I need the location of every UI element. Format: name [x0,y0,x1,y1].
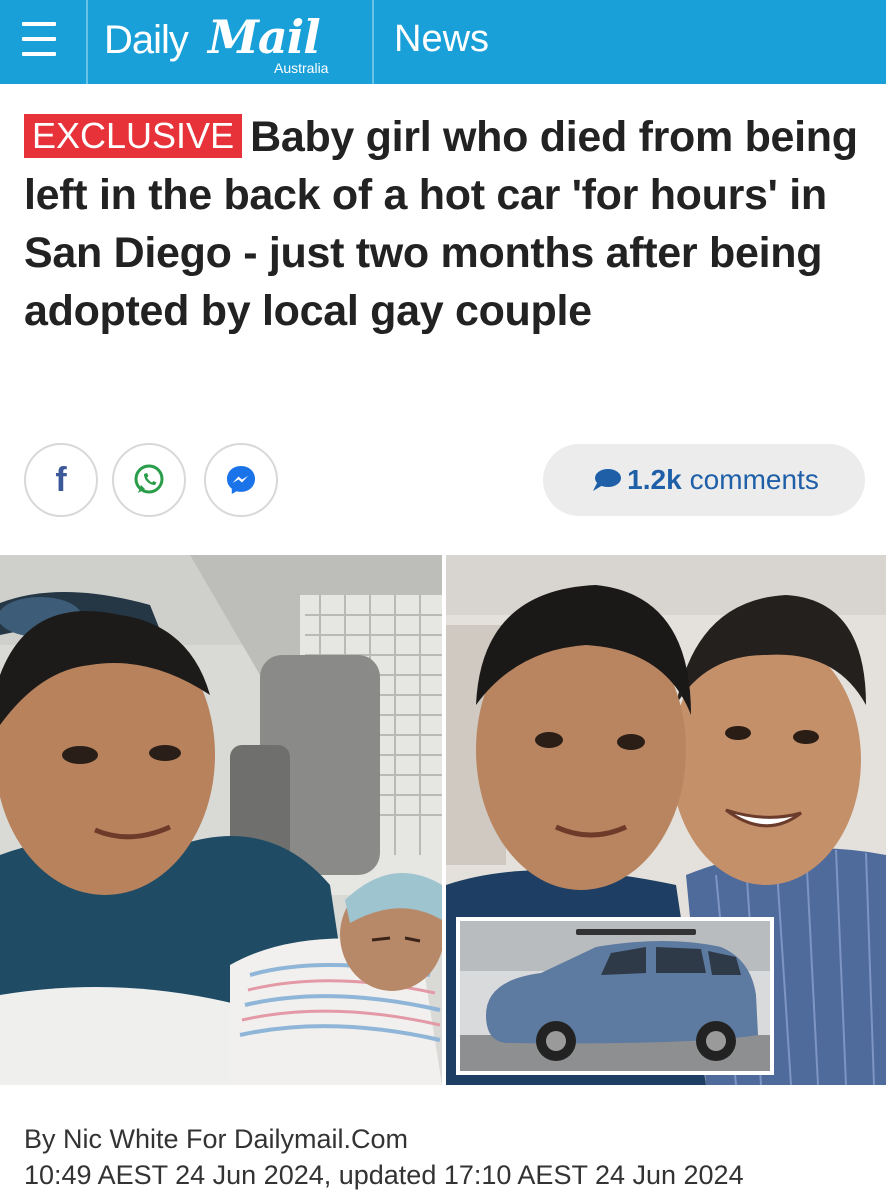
comments-button[interactable]: 1.2k comments [543,444,865,516]
comments-count: 1.2k [627,464,682,495]
facebook-icon: f [55,460,67,499]
nav-divider [372,0,374,84]
comments-label: comments [689,464,819,495]
hamburger-menu-icon[interactable] [22,18,58,62]
messenger-share-button[interactable] [204,443,278,517]
article-headline: EXCLUSIVE Baby girl who died from being l… [24,108,864,340]
whatsapp-share-button[interactable] [112,443,186,517]
comment-bubble-icon [593,469,622,491]
article-photo-hospital[interactable] [0,555,442,1085]
facebook-share-button[interactable]: f [24,443,98,517]
nav-divider [86,0,88,84]
article-dateline: 10:49 AEST 24 Jun 2024, updated 17:10 AE… [24,1160,744,1190]
top-nav-bar: Daily Mail Australia News [0,0,886,84]
car-inset-photo [456,917,774,1075]
logo-daily-text: Daily [104,18,189,62]
article-photo-couple[interactable] [446,555,886,1085]
logo-region-text: Australia [274,60,329,76]
section-label[interactable]: News [394,18,489,61]
messenger-icon [227,466,255,494]
logo-mail-text: Mail [208,10,321,64]
exclusive-badge: EXCLUSIVE [24,114,243,158]
article-byline: By Nic White For Dailymail.Com [24,1124,409,1154]
whatsapp-icon [134,464,164,494]
